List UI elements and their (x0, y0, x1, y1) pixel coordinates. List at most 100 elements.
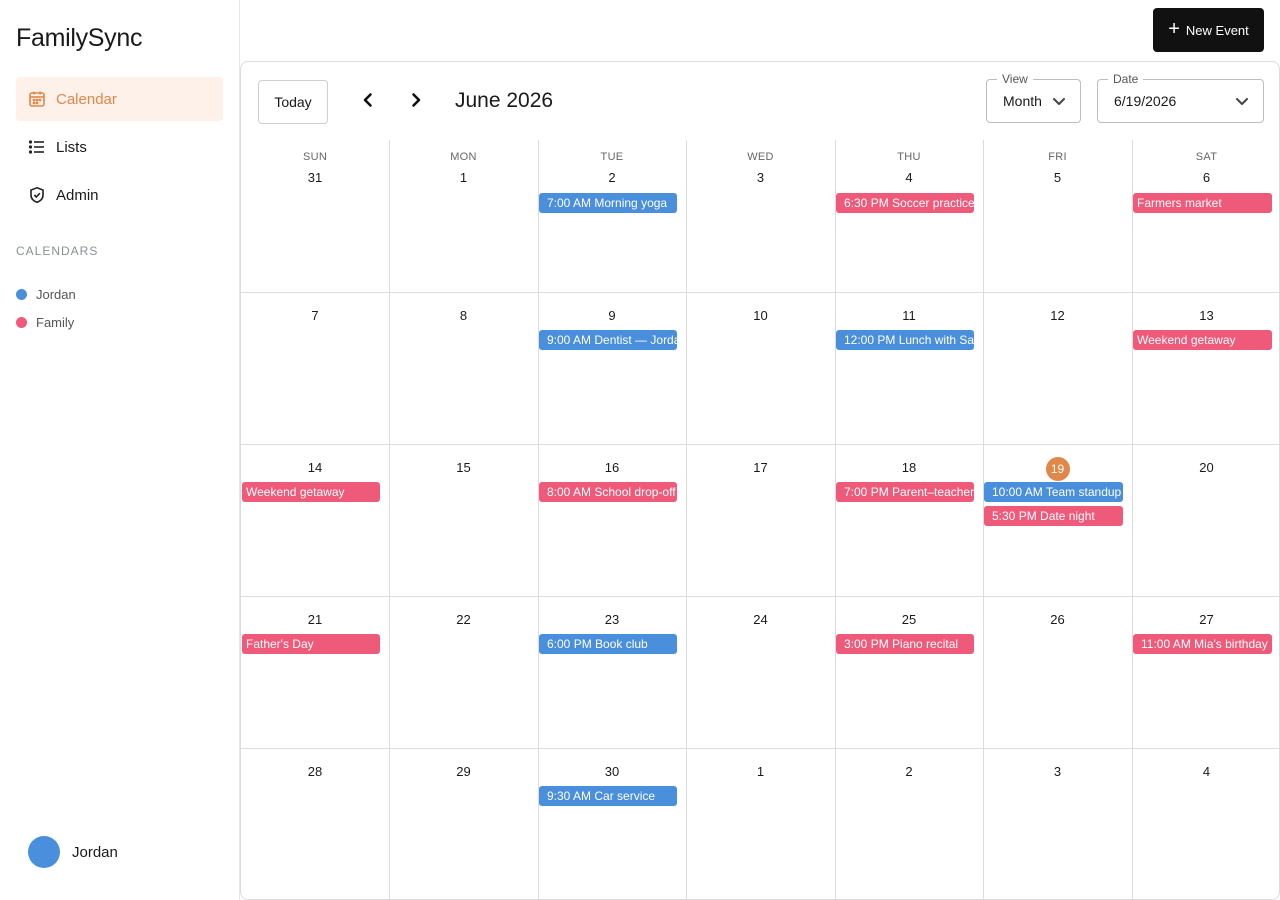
event-time: 12:00 PM (844, 333, 899, 347)
event-title: School drop-off (594, 485, 676, 499)
new-event-button[interactable]: + New Event (1153, 8, 1264, 52)
calendar-toolbar: Today June 2026 View Month Date 6/19/202… (241, 62, 1279, 140)
calendar-event[interactable]: 12:00 PM Lunch with Sam (836, 330, 974, 350)
event-title: Soccer practice (892, 196, 974, 210)
day-cell[interactable]: 12 (983, 292, 1132, 444)
calendar-event[interactable]: 10:00 AM Team standup (984, 482, 1123, 502)
calendar-item-jordan[interactable]: Jordan (16, 280, 76, 308)
day-cell[interactable]: 23 (538, 596, 686, 748)
calendar-event[interactable]: 7:00 AM Morning yoga (539, 193, 677, 213)
day-cell[interactable]: 15 (389, 444, 538, 596)
day-cell[interactable]: 7 (241, 292, 389, 444)
sidebar-item-admin[interactable]: Admin (16, 173, 223, 217)
user-profile[interactable]: Jordan (28, 836, 118, 868)
day-cell[interactable]: 13 (1132, 292, 1279, 444)
view-select-label: View (997, 72, 1033, 86)
event-title: Date night (1040, 509, 1095, 523)
day-cell[interactable]: 14 (241, 444, 389, 596)
avatar (28, 836, 60, 868)
next-month-button[interactable] (404, 90, 428, 114)
sidebar: FamilySync Calendar Lists Admin CALENDAR… (0, 0, 240, 900)
day-cell[interactable]: 28 (241, 748, 389, 899)
today-marker: 19 (1045, 457, 1070, 481)
date-picker[interactable]: Date 6/19/2026 (1097, 72, 1264, 123)
day-cell[interactable]: 17 (686, 444, 835, 596)
calendar-panel: Today June 2026 View Month Date 6/19/202… (240, 61, 1280, 900)
sidebar-item-lists[interactable]: Lists (16, 125, 223, 169)
calendar-event[interactable]: 3:00 PM Piano recital (836, 634, 974, 654)
calendar-event[interactable]: 6:30 PM Soccer practice (836, 193, 974, 213)
shield-icon (28, 186, 46, 204)
calendar-event[interactable]: 7:00 PM Parent–teacher (836, 482, 974, 502)
day-cell[interactable]: 22 (389, 596, 538, 748)
event-time: 5:30 PM (992, 509, 1041, 523)
event-title: Team standup (1045, 485, 1122, 499)
event-title: Weekend getaway (1137, 333, 1236, 347)
day-number: 2 (905, 764, 913, 779)
day-cell[interactable]: 3 (983, 748, 1132, 899)
event-time: 3:00 PM (844, 637, 893, 651)
calendar-event[interactable]: Farmers market (1133, 193, 1272, 213)
event-title: Piano recital (892, 637, 959, 651)
day-cell[interactable]: 6 (1132, 140, 1279, 292)
calendar-event[interactable]: 9:30 AM Car service (539, 786, 677, 806)
day-number: 21 (307, 612, 323, 627)
day-cell[interactable]: 29 (389, 748, 538, 899)
day-cell[interactable]: 8 (389, 292, 538, 444)
day-cell[interactable]: 11 (835, 292, 983, 444)
new-event-label: New Event (1185, 22, 1249, 38)
date-picker-label: Date (1108, 72, 1144, 86)
day-cell[interactable]: 4 (835, 140, 983, 292)
day-cell[interactable]: 20 (1132, 444, 1279, 596)
calendar-event[interactable]: Weekend getaway (242, 482, 380, 502)
day-cell[interactable]: 5 (983, 140, 1132, 292)
calendar-event[interactable]: 8:00 AM School drop-off (539, 482, 677, 502)
day-cell[interactable]: 2 (835, 748, 983, 899)
day-cell[interactable]: 26 (983, 596, 1132, 748)
day-cell[interactable]: 1 (686, 748, 835, 899)
event-time: 7:00 AM (547, 196, 595, 210)
day-number: 25 (901, 612, 917, 627)
calendar-event[interactable]: 11:00 AM Mia's birthday (1133, 634, 1272, 654)
sidebar-item-calendar[interactable]: Calendar (16, 77, 223, 121)
sidebar-nav: Calendar Lists Admin (16, 77, 223, 221)
day-number: 1 (756, 764, 765, 779)
view-select[interactable]: View Month (986, 72, 1081, 123)
day-cell[interactable]: 27 (1132, 596, 1279, 748)
day-cell[interactable]: 3 (686, 140, 835, 292)
day-number: 16 (604, 460, 620, 475)
chevron-down-icon (1050, 92, 1068, 110)
day-cell[interactable]: 4 (1132, 748, 1279, 899)
day-cell[interactable]: 30 (538, 748, 686, 899)
day-number: 3 (1053, 764, 1062, 779)
day-number: 15 (456, 460, 471, 475)
day-cell[interactable]: 9 (538, 292, 686, 444)
event-time: 7:00 PM (844, 485, 893, 499)
calendar-list: Jordan Family (16, 280, 76, 336)
day-cell[interactable]: 16 (538, 444, 686, 596)
calendar-event[interactable]: Father's Day (242, 634, 380, 654)
calendar-event[interactable]: Weekend getaway (1133, 330, 1272, 350)
plus-icon: + (1168, 18, 1180, 40)
calendar-event[interactable]: 9:00 AM Dentist — Jordan (539, 330, 677, 350)
day-number: 10 (753, 308, 768, 323)
calendar-event[interactable]: 5:30 PM Date night (984, 506, 1123, 526)
day-cell[interactable]: 18 (835, 444, 983, 596)
event-time: 9:30 AM (547, 789, 595, 803)
day-number: 4 (1202, 764, 1211, 779)
day-cell[interactable]: 24 (686, 596, 835, 748)
day-cell[interactable]: 10 (686, 292, 835, 444)
previous-month-button[interactable] (356, 90, 380, 114)
day-cell[interactable]: 1 (389, 140, 538, 292)
calendar-event[interactable]: 6:00 PM Book club (539, 634, 677, 654)
event-title: Dentist — Jordan (594, 333, 677, 347)
day-number: 29 (456, 764, 471, 779)
day-cell[interactable]: 31 (241, 140, 389, 292)
calendar-item-family[interactable]: Family (16, 308, 76, 336)
day-cell[interactable]: 21 (241, 596, 389, 748)
today-button[interactable]: Today (258, 80, 328, 124)
day-cell[interactable]: 2 (538, 140, 686, 292)
day-cell[interactable]: 25 (835, 596, 983, 748)
chevron-left-icon (360, 92, 376, 113)
day-number: 18 (901, 460, 917, 475)
